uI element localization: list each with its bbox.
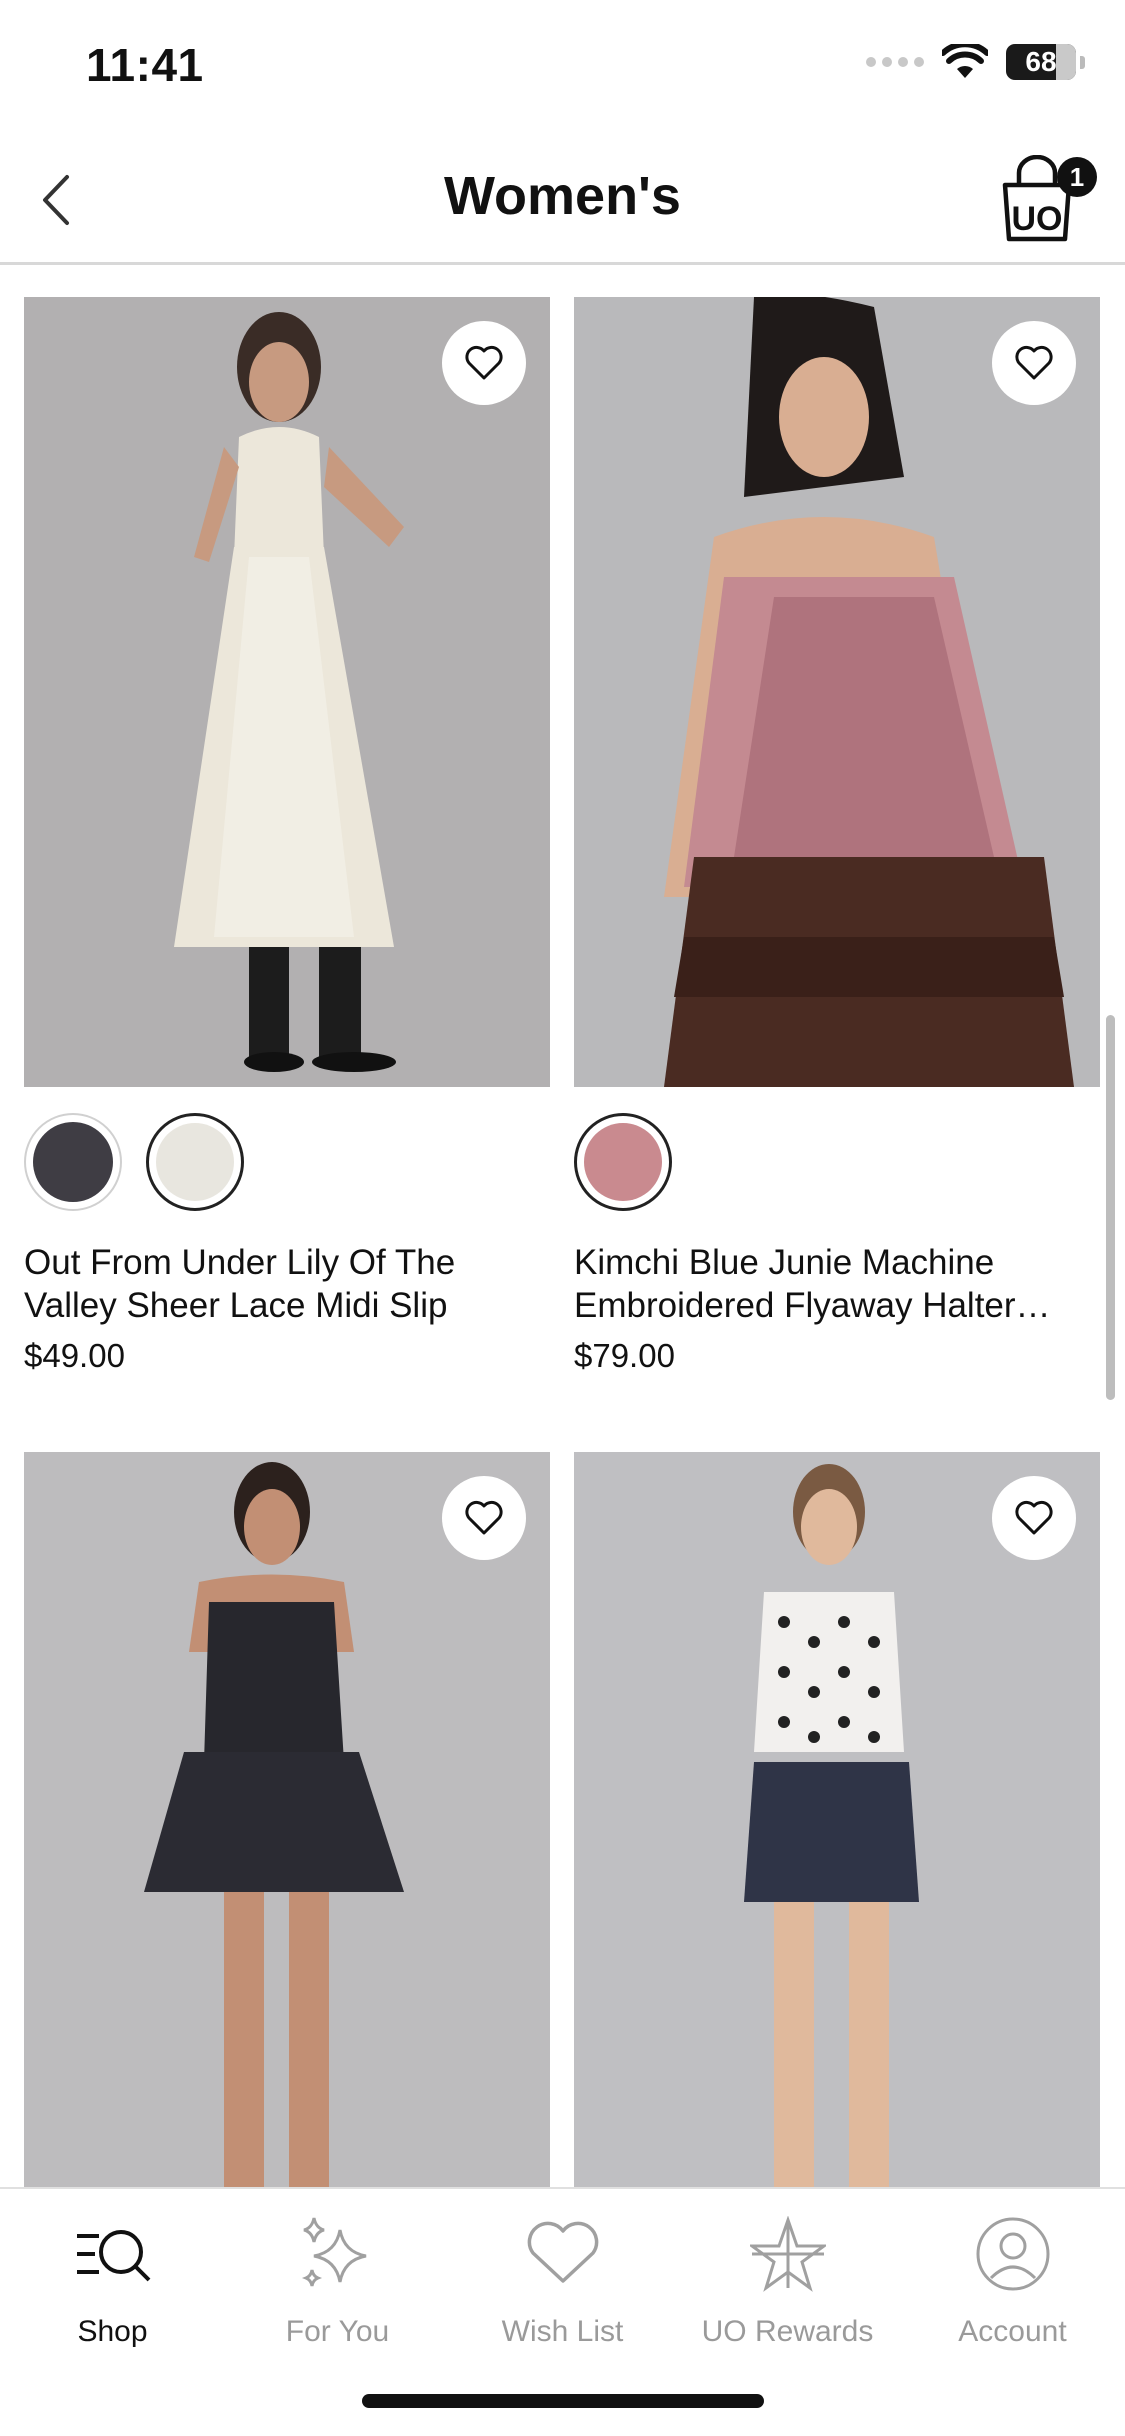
rewards-star-icon xyxy=(743,2209,833,2299)
product-name-line2: Valley Sheer Lace Midi Slip xyxy=(24,1286,448,1325)
status-icons: 68 xyxy=(866,44,1085,80)
heart-icon xyxy=(465,1500,503,1535)
model-figure-image xyxy=(24,1452,550,2187)
shop-search-icon xyxy=(68,2209,158,2299)
product-name[interactable]: Out From Under Lily Of The Valley Sheer … xyxy=(24,1241,550,1327)
product-name-line1: Kimchi Blue Junie Machine xyxy=(574,1243,995,1282)
wishlist-toggle-button[interactable] xyxy=(992,321,1076,405)
product-image[interactable] xyxy=(574,1452,1100,2187)
status-time: 11:41 xyxy=(86,39,204,91)
battery-level: 68 xyxy=(1025,46,1057,77)
cellular-signal-icon xyxy=(866,57,924,67)
color-swatch-selected[interactable] xyxy=(146,1113,244,1211)
heart-icon xyxy=(1015,1500,1053,1535)
cart-count-badge: 1 xyxy=(1057,157,1097,197)
nav-header: Women's UO 1 xyxy=(0,135,1125,265)
model-figure-image xyxy=(574,297,1100,1087)
heart-icon xyxy=(518,2209,608,2299)
product-price: $79.00 xyxy=(574,1337,675,1374)
product-grid: Out From Under Lily Of The Valley Sheer … xyxy=(0,265,1125,2187)
product-price: $49.00 xyxy=(24,1337,125,1374)
tab-label: UO Rewards xyxy=(701,2315,874,2348)
product-image[interactable] xyxy=(24,297,550,1087)
wifi-icon xyxy=(942,44,988,78)
product-card[interactable] xyxy=(574,1452,1100,2187)
tab-wish-list[interactable]: Wish List xyxy=(450,2209,675,2349)
tab-label: Wish List xyxy=(501,2315,624,2348)
product-name[interactable]: Kimchi Blue Junie Machine Embroidered Fl… xyxy=(574,1241,1100,1327)
product-name-line1: Out From Under Lily Of The xyxy=(24,1243,456,1282)
model-figure-image xyxy=(24,297,550,1087)
battery-icon: 68 xyxy=(1006,44,1076,80)
product-name-line2: Embroidered Flyaway Halter… xyxy=(574,1286,1051,1325)
color-swatches xyxy=(24,1113,550,1211)
tab-label: Shop xyxy=(77,2315,148,2348)
heart-icon xyxy=(1015,345,1053,380)
tab-label: For You xyxy=(285,2315,390,2348)
home-indicator[interactable] xyxy=(362,2394,764,2408)
scrollbar[interactable] xyxy=(1106,1015,1115,1400)
product-card[interactable] xyxy=(24,1452,550,2187)
tab-for-you[interactable]: For You xyxy=(225,2209,450,2349)
color-swatch[interactable] xyxy=(24,1113,122,1211)
tab-account[interactable]: Account xyxy=(900,2209,1125,2349)
wishlist-toggle-button[interactable] xyxy=(992,1476,1076,1560)
account-icon xyxy=(968,2209,1058,2299)
page-title: Women's xyxy=(444,166,681,226)
cart-logo: UO xyxy=(1012,200,1063,238)
product-card[interactable]: Out From Under Lily Of The Valley Sheer … xyxy=(24,297,550,1375)
product-image[interactable] xyxy=(574,297,1100,1087)
cart-button[interactable]: UO 1 xyxy=(997,154,1097,245)
wishlist-toggle-button[interactable] xyxy=(442,1476,526,1560)
model-figure-image xyxy=(574,1452,1100,2187)
tab-shop[interactable]: Shop xyxy=(0,2209,225,2349)
tab-label: Account xyxy=(958,2315,1067,2348)
sparkles-icon xyxy=(293,2209,383,2299)
color-swatch-selected[interactable] xyxy=(574,1113,672,1211)
product-image[interactable] xyxy=(24,1452,550,2187)
color-swatches xyxy=(574,1113,1100,1211)
tab-uo-rewards[interactable]: UO Rewards xyxy=(675,2209,900,2349)
wishlist-toggle-button[interactable] xyxy=(442,321,526,405)
product-card[interactable]: Kimchi Blue Junie Machine Embroidered Fl… xyxy=(574,297,1100,1375)
heart-icon xyxy=(465,345,503,380)
status-bar: 11:41 68 xyxy=(0,0,1125,135)
